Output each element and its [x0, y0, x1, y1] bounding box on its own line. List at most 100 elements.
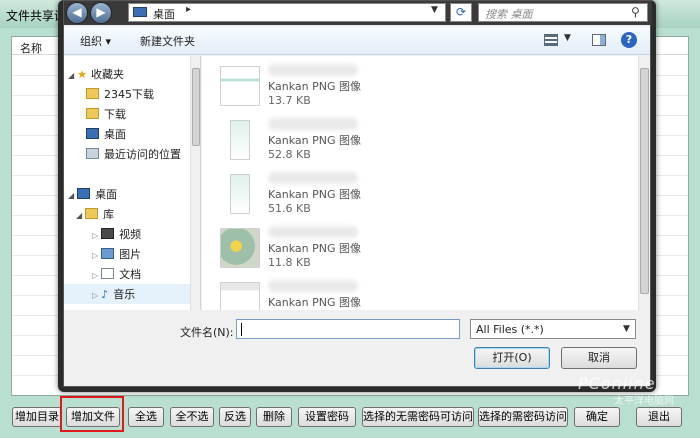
- nav-2345-downloads[interactable]: 2345下载: [86, 86, 154, 104]
- preview-pane-icon[interactable]: [592, 34, 606, 46]
- view-dropdown-icon[interactable]: ▼: [564, 33, 571, 43]
- search-input[interactable]: 搜索 桌面 ⚲: [478, 3, 648, 22]
- ok-button[interactable]: 确定: [574, 407, 620, 427]
- file-name-blurred: [268, 172, 358, 184]
- nav-favorites-label: 收藏夹: [91, 68, 125, 81]
- nav-music-label: 音乐: [113, 288, 136, 301]
- nav-recent-places[interactable]: 最近访问的位置: [86, 146, 181, 164]
- breadcrumb-arrow-icon[interactable]: ▸: [186, 4, 191, 15]
- password-access-button[interactable]: 选择的需密码访问: [478, 407, 568, 427]
- folder-icon: [86, 108, 99, 119]
- desktop-icon: [77, 188, 91, 199]
- navigation-pane: ◢ ★ 收藏夹 2345下载 下载 桌面 最近访问的位置 ◢ 桌面 ◢ 库 ▷ 视频: [64, 56, 201, 310]
- select-none-button[interactable]: 全不选: [170, 407, 214, 427]
- file-list: Kankan PNG 图像 13.7 KB Kankan PNG 图像 52.8…: [202, 56, 650, 310]
- open-file-dialog: ◀ ▶ 桌面 ▸ ▼ ⟳ 搜索 桌面 ⚲ 组织 ▾ 新建文件夹 ▼ ? ◢ ★ …: [58, 0, 656, 392]
- search-placeholder: 搜索 桌面: [485, 8, 533, 21]
- file-type: Kankan PNG 图像: [268, 134, 362, 147]
- nav-desktop-favorite[interactable]: 桌面: [86, 126, 126, 144]
- file-type: Kankan PNG 图像: [268, 188, 362, 201]
- address-bar[interactable]: 桌面 ▸ ▼: [128, 3, 446, 22]
- nav-videos[interactable]: ▷ 视频: [92, 226, 141, 244]
- help-icon[interactable]: ?: [621, 32, 637, 48]
- back-arrow-icon[interactable]: ◀: [66, 2, 88, 24]
- file-list-scroll-thumb[interactable]: [640, 68, 649, 294]
- set-password-button[interactable]: 设置密码: [298, 407, 356, 427]
- picture-icon: [101, 248, 115, 259]
- file-type-dropdown-icon[interactable]: ▼: [623, 324, 630, 334]
- library-icon: [85, 208, 99, 219]
- file-type-value: All Files (*.*): [476, 323, 544, 336]
- file-item[interactable]: Kankan PNG 图像 52.8 KB: [220, 116, 620, 174]
- file-item[interactable]: Kankan PNG 图像 13.7 KB: [220, 62, 620, 120]
- file-type: Kankan PNG 图像: [268, 296, 362, 309]
- nav-documents[interactable]: ▷ 文档: [92, 266, 141, 284]
- desktop-icon: [133, 7, 147, 17]
- file-type: Kankan PNG 图像: [268, 242, 362, 255]
- collapse-arrow-icon[interactable]: ◢: [68, 71, 74, 80]
- nav-desktop[interactable]: ◢ 桌面: [68, 186, 117, 204]
- file-size: 51.6 KB: [268, 202, 311, 215]
- nav-scrollbar[interactable]: [190, 56, 200, 310]
- no-password-access-button[interactable]: 选择的无需密码可访问: [362, 407, 474, 427]
- forward-arrow-icon[interactable]: ▶: [90, 2, 112, 24]
- nav-scroll-thumb[interactable]: [192, 68, 200, 146]
- expand-arrow-icon[interactable]: ▷: [92, 231, 98, 240]
- nav-2345-downloads-label: 2345下载: [104, 88, 154, 101]
- view-options-icon[interactable]: [544, 34, 558, 46]
- address-dropdown-icon[interactable]: ▼: [431, 5, 438, 15]
- file-list-scrollbar[interactable]: [638, 56, 650, 310]
- delete-button[interactable]: 删除: [256, 407, 292, 427]
- nav-libraries[interactable]: ◢ 库: [76, 206, 114, 224]
- nav-videos-label: 视频: [119, 228, 142, 241]
- file-name-blurred: [268, 226, 358, 238]
- expand-arrow-icon[interactable]: ▷: [92, 271, 98, 280]
- image-thumbnail: [230, 120, 250, 160]
- address-row: ◀ ▶ 桌面 ▸ ▼ ⟳ 搜索 桌面 ⚲: [64, 1, 652, 25]
- star-icon: ★: [77, 68, 88, 81]
- nav-documents-label: 文档: [119, 268, 142, 281]
- nav-desktop-favorite-label: 桌面: [104, 128, 126, 141]
- select-all-button[interactable]: 全选: [128, 407, 164, 427]
- image-thumbnail: [220, 228, 260, 268]
- nav-desktop-label: 桌面: [95, 188, 118, 201]
- new-folder-button[interactable]: 新建文件夹: [140, 33, 195, 49]
- watermark-subtitle: 太平洋电脑网: [614, 396, 674, 407]
- nav-pictures[interactable]: ▷ 图片: [92, 246, 141, 264]
- document-icon: [101, 268, 115, 279]
- nav-downloads[interactable]: 下载: [86, 106, 126, 124]
- folder-icon: [86, 88, 99, 99]
- file-size: 13.7 KB: [268, 94, 311, 107]
- image-thumbnail: [230, 174, 250, 214]
- desktop-icon: [86, 128, 99, 139]
- open-button[interactable]: 打开(O): [474, 347, 550, 369]
- collapse-arrow-icon[interactable]: ◢: [68, 191, 74, 200]
- file-type-select[interactable]: All Files (*.*) ▼: [470, 319, 636, 339]
- refresh-icon[interactable]: ⟳: [450, 3, 472, 22]
- file-item[interactable]: Kankan PNG 图像: [220, 278, 620, 310]
- nav-music[interactable]: ▷ ♪ 音乐: [64, 284, 190, 304]
- nav-recent-places-label: 最近访问的位置: [104, 148, 181, 161]
- organize-button[interactable]: 组织 ▾: [80, 33, 111, 49]
- search-icon[interactable]: ⚲: [631, 5, 640, 19]
- exit-button[interactable]: 退出: [636, 407, 682, 427]
- expand-arrow-icon[interactable]: ▷: [92, 291, 98, 300]
- column-name-header[interactable]: 名称: [20, 40, 42, 56]
- image-thumbnail: [220, 282, 260, 310]
- add-file-highlight: [60, 396, 124, 432]
- cancel-button[interactable]: 取消: [561, 347, 637, 369]
- filename-input[interactable]: ▼: [236, 319, 629, 339]
- filename-label: 文件名(N):: [180, 326, 234, 339]
- address-text: 桌面: [153, 8, 175, 21]
- file-item[interactable]: Kankan PNG 图像 11.8 KB: [220, 224, 620, 282]
- expand-arrow-icon[interactable]: ▷: [92, 251, 98, 260]
- music-icon: ♪: [101, 288, 109, 301]
- file-item[interactable]: Kankan PNG 图像 51.6 KB: [220, 170, 620, 228]
- add-directory-button[interactable]: 增加目录: [12, 407, 62, 427]
- file-size: 11.8 KB: [268, 256, 311, 269]
- nav-favorites[interactable]: ◢ ★ 收藏夹: [68, 66, 124, 84]
- collapse-arrow-icon[interactable]: ◢: [76, 211, 82, 220]
- watermark-logo: PConline: [578, 374, 656, 393]
- invert-selection-button[interactable]: 反选: [219, 407, 251, 427]
- file-name-blurred: [268, 280, 358, 292]
